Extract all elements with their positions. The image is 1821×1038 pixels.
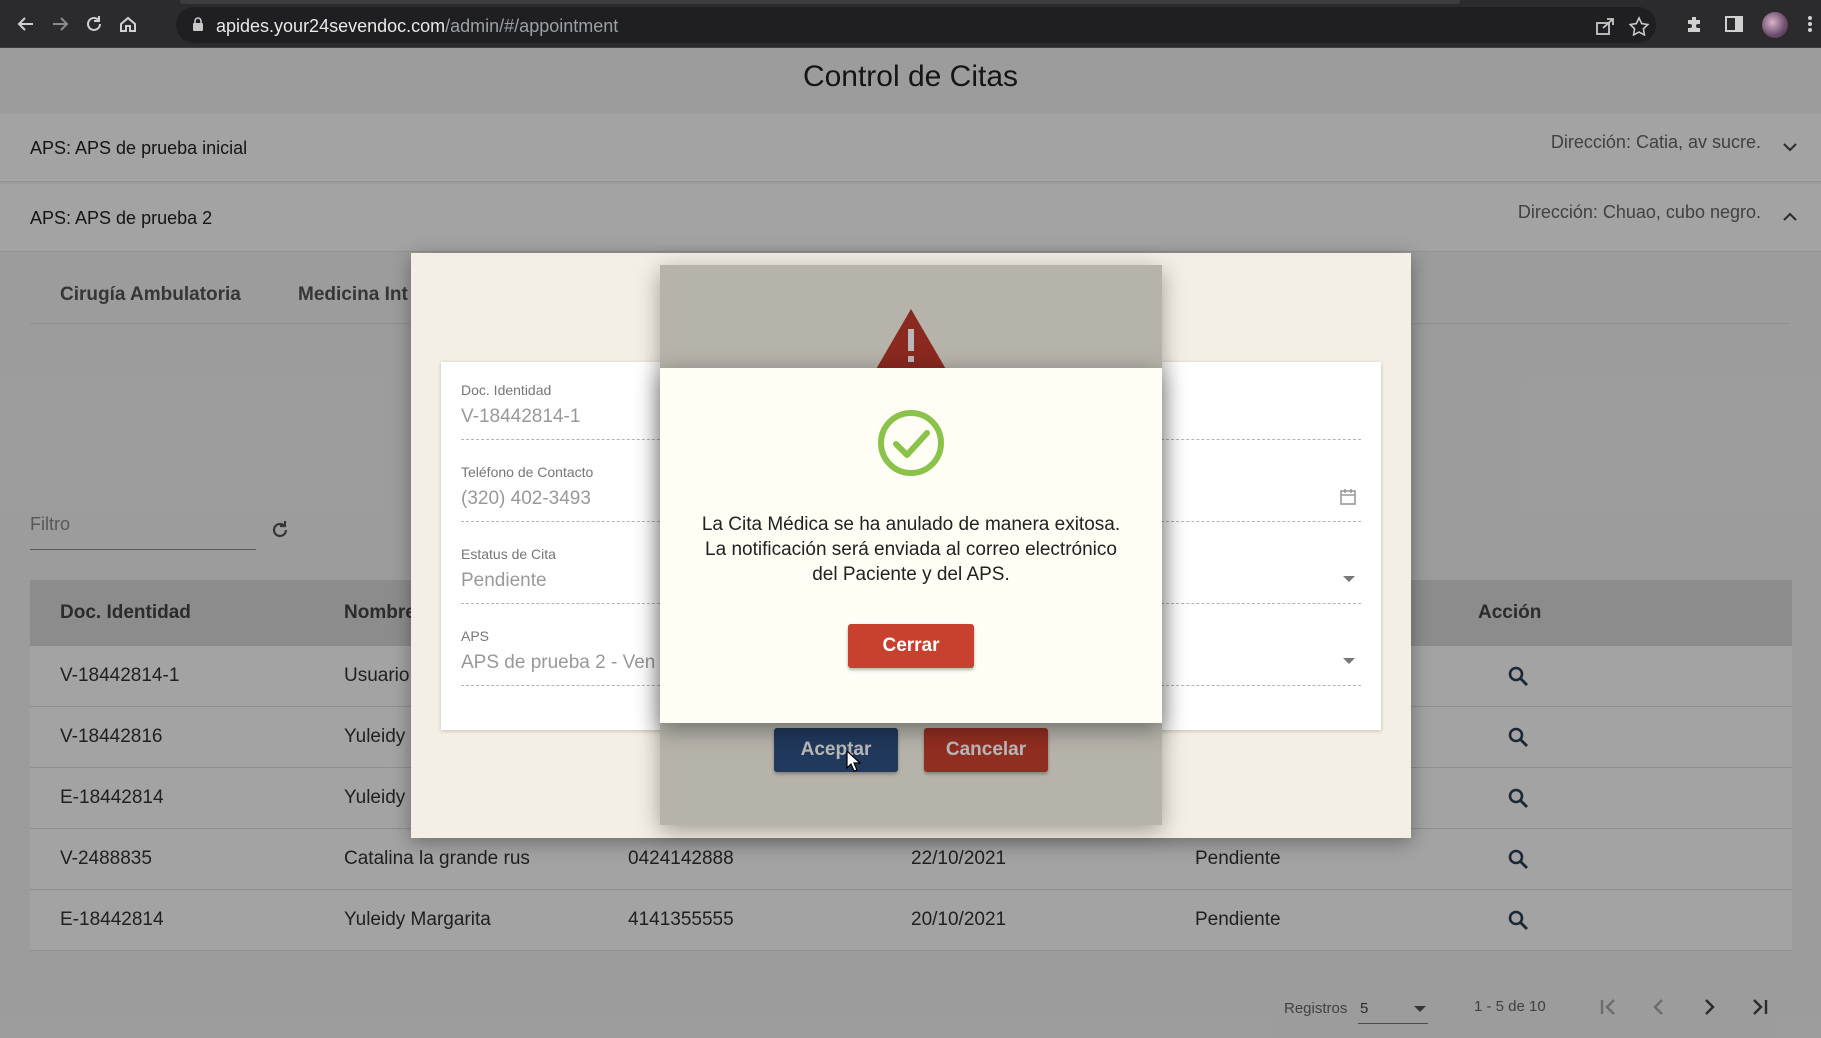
aps-select[interactable] <box>1161 628 1361 686</box>
date-field[interactable] <box>1161 464 1361 522</box>
home-icon[interactable] <box>114 10 142 38</box>
success-message: La Cita Médica se ha anulado de manera e… <box>680 512 1142 587</box>
tab-strip <box>180 0 1460 4</box>
message-line: La notificación será enviada al correo e… <box>705 539 1117 560</box>
dropdown-arrow-icon <box>1343 576 1355 582</box>
menu-icon[interactable] <box>1806 14 1814 34</box>
field-label: APS <box>461 628 490 644</box>
message-line: del Paciente y del APS. <box>812 564 1010 585</box>
mouse-cursor-icon <box>846 750 862 772</box>
field-value: APS de prueba 2 - Ven <box>461 652 656 673</box>
sidepanel-icon[interactable] <box>1724 14 1744 34</box>
address-bar[interactable]: apides.your24sevendoc.com/admin/#/appoin… <box>176 7 1656 43</box>
message-line: La Cita Médica se ha anulado de manera e… <box>701 514 1121 535</box>
field-value: Pendiente <box>461 570 547 591</box>
url-host: apides.your24sevendoc.com <box>216 16 446 36</box>
check-circle-icon <box>878 410 944 476</box>
field-value: (320) 402-3493 <box>461 488 591 509</box>
dropdown-arrow-icon <box>1343 658 1355 664</box>
share-icon[interactable] <box>1594 16 1616 36</box>
field-label: Teléfono de Contacto <box>461 464 594 480</box>
back-icon[interactable] <box>12 10 40 38</box>
lock-icon <box>193 17 203 31</box>
browser-toolbar: apides.your24sevendoc.com/admin/#/appoin… <box>0 0 1821 48</box>
success-dialog: La Cita Médica se ha anulado de manera e… <box>660 368 1162 723</box>
status-select[interactable] <box>1161 546 1361 604</box>
forward-icon[interactable] <box>46 10 74 38</box>
calendar-icon[interactable] <box>1339 488 1357 506</box>
field-label: Doc. Identidad <box>461 382 552 398</box>
url-path: /admin/#/appointment <box>445 16 619 36</box>
star-icon[interactable] <box>1628 16 1650 36</box>
profile-avatar[interactable] <box>1762 12 1788 38</box>
url-text: apides.your24sevendoc.com/admin/#/appoin… <box>216 16 618 37</box>
field-label: Estatus de Cita <box>461 546 556 562</box>
right-field[interactable] <box>1161 382 1361 440</box>
close-button[interactable]: Cerrar <box>848 624 974 668</box>
reload-icon[interactable] <box>80 10 108 38</box>
extensions-icon[interactable] <box>1684 14 1704 34</box>
field-value: V-18442814-1 <box>461 406 581 427</box>
